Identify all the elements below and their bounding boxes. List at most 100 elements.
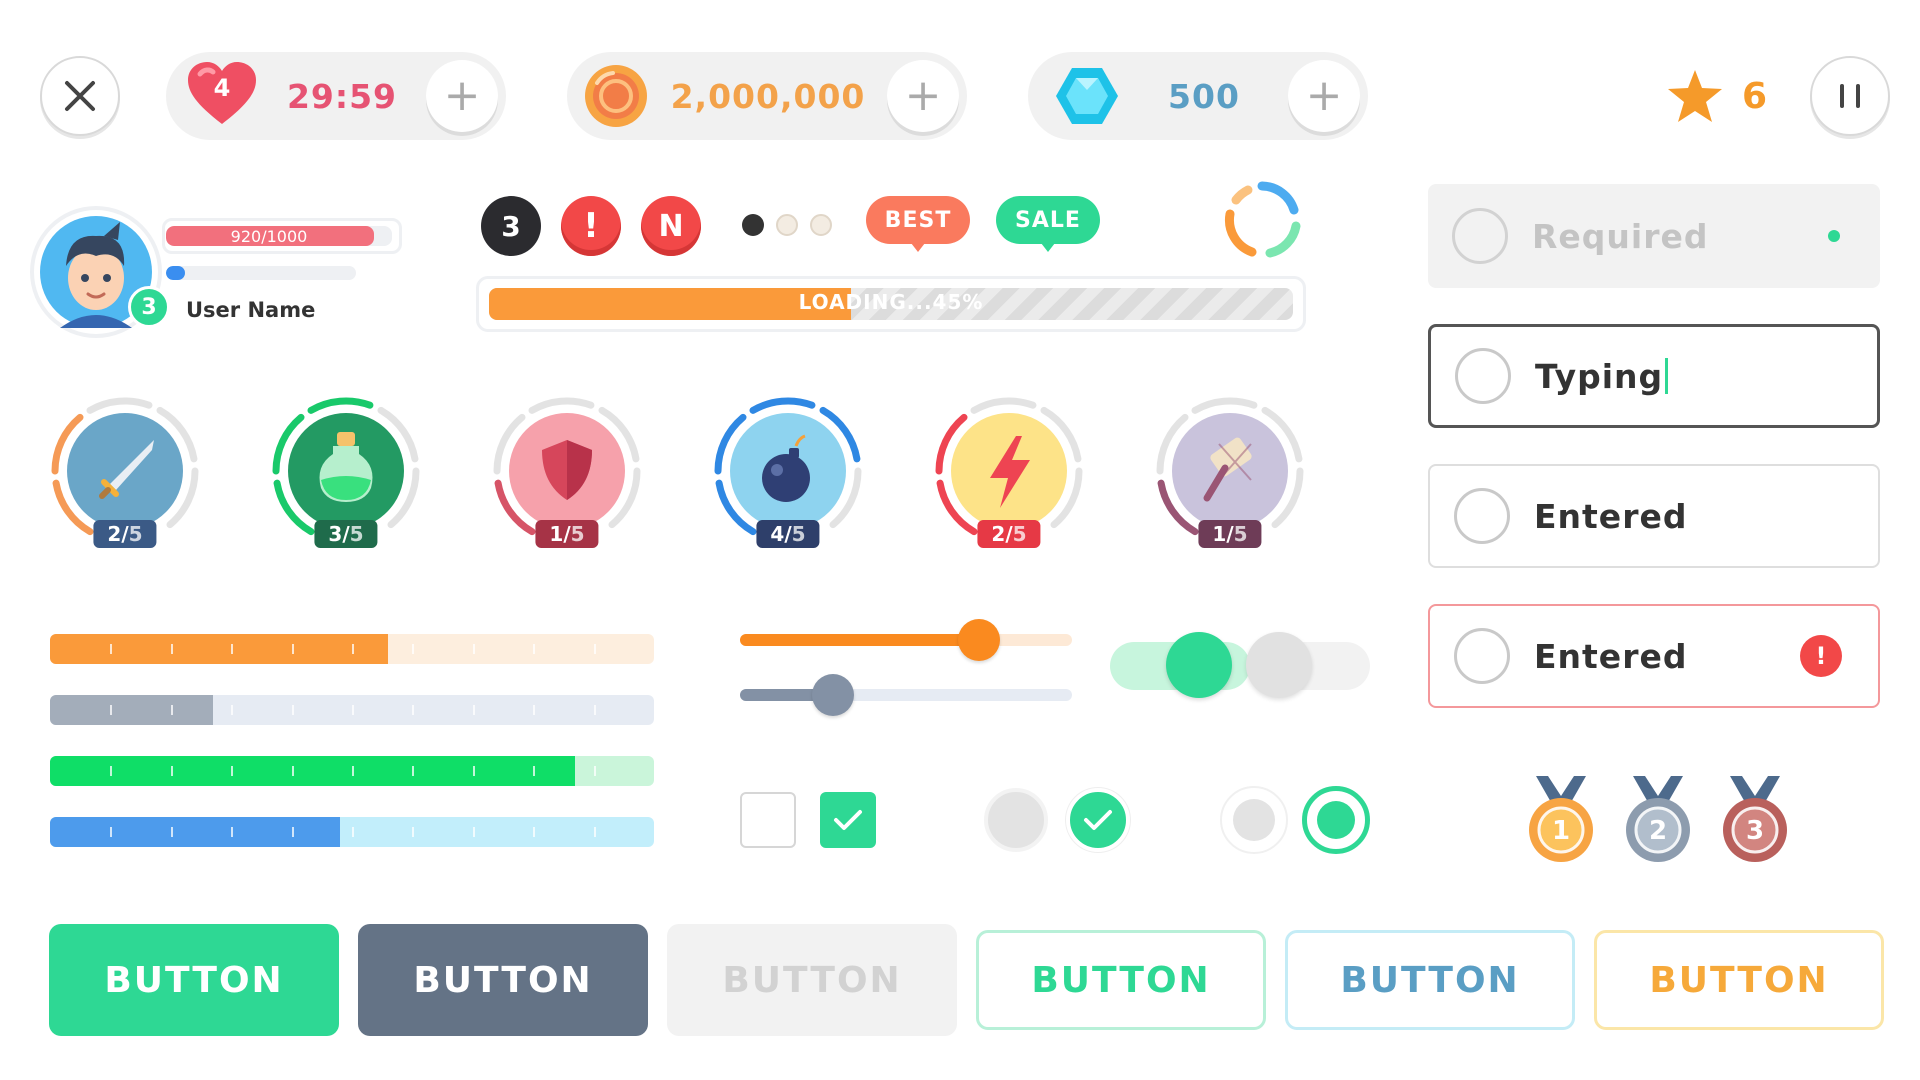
count-badge: 3 (481, 196, 541, 256)
text-cursor (1665, 358, 1669, 394)
input-required-placeholder: Required (1532, 216, 1709, 256)
coin-icon (583, 63, 649, 129)
loading-text: LOADING...45% (798, 290, 984, 314)
segment-tick (170, 644, 173, 654)
skill-count: 4/5 (756, 520, 820, 548)
segment-tick (231, 705, 234, 715)
error-icon: ! (1800, 635, 1842, 677)
dark-button[interactable]: BUTTON (358, 924, 648, 1036)
disabled-button: BUTTON (667, 924, 957, 1036)
skill-slot[interactable]: 4/5 (713, 396, 863, 548)
new-badge-value: N (658, 208, 684, 244)
segment-tick (533, 827, 536, 837)
gem-icon (1054, 66, 1120, 126)
input-required[interactable]: Required (1428, 184, 1880, 288)
slider-handle[interactable] (811, 674, 854, 716)
primary-button[interactable]: BUTTON (49, 924, 339, 1036)
radio-unselected[interactable] (1220, 786, 1288, 854)
skill-slot[interactable]: 2/5 (50, 396, 200, 548)
segment-tick (593, 705, 596, 715)
toggle-off[interactable] (1246, 632, 1370, 698)
skill-count-current: 2 (107, 522, 122, 546)
skill-slot[interactable]: 1/5 (492, 396, 642, 548)
xp-bar (166, 266, 356, 280)
checkbox-unchecked[interactable] (740, 792, 796, 848)
segment-tick (110, 705, 113, 715)
close-button[interactable] (40, 56, 120, 136)
toggle-on[interactable] (1110, 632, 1250, 698)
user-icon (1452, 208, 1508, 264)
page-dot-active[interactable] (742, 214, 764, 236)
round-check-checked[interactable] (1066, 788, 1130, 852)
hp-text: 920/1000 (230, 227, 308, 246)
add-coins-button[interactable]: + (887, 60, 959, 132)
radio-selected[interactable] (1302, 786, 1370, 854)
slider-handle[interactable] (958, 619, 1001, 661)
slider-track[interactable] (740, 634, 1072, 646)
outline-green-button[interactable]: BUTTON (976, 930, 1266, 1030)
skill-count-current: 3 (328, 522, 343, 546)
loading-spinner-icon (1222, 180, 1302, 260)
segment-tick (170, 827, 173, 837)
outline-green-button-label: BUTTON (1031, 959, 1211, 1001)
outline-blue-button-label: BUTTON (1340, 959, 1520, 1001)
slider-fill (740, 634, 980, 646)
input-entered[interactable]: Entered (1428, 464, 1880, 568)
required-dot (1828, 230, 1840, 242)
input-typing-value: Typing (1535, 356, 1664, 396)
slider-track[interactable] (740, 689, 1072, 701)
toggle-knob[interactable] (1246, 632, 1312, 698)
profile-card: 920/1000 3 User Name (34, 210, 414, 340)
outline-blue-button[interactable]: BUTTON (1285, 930, 1575, 1030)
segment-bar (50, 634, 654, 664)
add-lives-button[interactable]: + (426, 60, 498, 132)
skill-count: 3/5 (314, 520, 378, 548)
user-icon (1455, 348, 1511, 404)
gems-pill: 500 + (1028, 52, 1368, 140)
outline-yellow-button[interactable]: BUTTON (1594, 930, 1884, 1030)
skill-count: 2/5 (977, 520, 1041, 548)
segment-tick (231, 766, 234, 776)
skill-count: 1/5 (1198, 520, 1262, 548)
segment-tick (472, 705, 475, 715)
segment-tick (472, 644, 475, 654)
user-name: User Name (186, 298, 316, 322)
plus-icon: + (1305, 70, 1343, 121)
segment-tick (412, 644, 415, 654)
segment-tick (291, 705, 294, 715)
round-check-unchecked[interactable] (984, 788, 1048, 852)
sale-tag-label: SALE (1015, 207, 1081, 233)
stars-counter: 6 (1666, 66, 1767, 126)
segment-tick (110, 644, 113, 654)
segment-tick (352, 766, 354, 776)
page-dot[interactable] (810, 214, 832, 236)
segment-tick (291, 827, 294, 837)
lives-pill: 4 29:59 + (166, 52, 506, 140)
checkbox-checked[interactable] (820, 792, 876, 848)
skill-slot[interactable]: 3/5 (271, 396, 421, 548)
user-icon (1454, 628, 1510, 684)
silver-medal-icon: 2 (1623, 774, 1693, 864)
skill-slot[interactable]: 1/5 (1155, 396, 1305, 548)
toggle-knob[interactable] (1166, 632, 1232, 698)
segment-tick (412, 705, 415, 715)
skill-slot[interactable]: 2/5 (934, 396, 1084, 548)
segment-tick (472, 827, 475, 837)
pause-button[interactable] (1810, 56, 1890, 136)
skill-count-max: 5 (1012, 522, 1027, 546)
skill-count-max: 5 (349, 522, 364, 546)
segment-tick (170, 705, 173, 715)
gems-value: 500 (1168, 76, 1240, 116)
input-typing[interactable]: Typing (1428, 324, 1880, 428)
input-error[interactable]: Entered ! (1428, 604, 1880, 708)
add-gems-button[interactable]: + (1288, 60, 1360, 132)
segment-tick (533, 705, 536, 715)
loading-bar-frame: LOADING...45% (476, 276, 1306, 332)
segment-tick (412, 766, 415, 776)
lives-timer: 29:59 (286, 76, 398, 116)
coins-pill: 2,000,000 + (567, 52, 967, 140)
segment-bar-fill (50, 756, 576, 786)
page-dot[interactable] (776, 214, 798, 236)
best-tag-label: BEST (884, 207, 952, 233)
skill-count-current: 1 (1212, 522, 1227, 546)
